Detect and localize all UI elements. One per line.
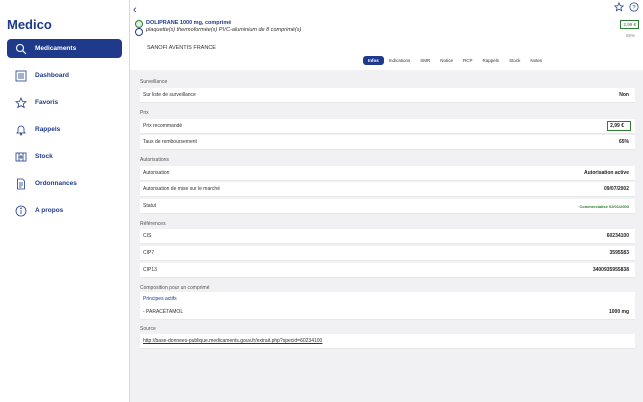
price-row: Prix recommandé 2,99 €: [140, 119, 635, 134]
sidebar-item-dashboard[interactable]: Dashboard: [7, 66, 122, 85]
source-row: http://base-donnees-publique.medicaments…: [140, 334, 635, 349]
row-label: Statut: [143, 203, 157, 209]
svg-text:?: ?: [632, 5, 636, 11]
sidebar-item-favoris[interactable]: Favoris: [7, 93, 122, 112]
row-value: 3595583: [609, 250, 629, 256]
main-panel: ‹ ? DOLIPRANE 1000 mg, comprimé plaquett…: [130, 0, 643, 402]
authorization-row: Autorisation Autorisation active: [140, 166, 635, 181]
row-label: Autorisation de mise sur le marché: [143, 186, 220, 192]
tab-rcp[interactable]: RCP: [458, 56, 478, 65]
price-badge: 2,99 €: [620, 20, 639, 29]
section-title-references: Références: [140, 221, 166, 227]
row-label: - PARACÉTAMOL: [143, 309, 184, 315]
row-label: Prix recommandé: [143, 123, 183, 129]
composition-row: - PARACÉTAMOL 1000 mg: [140, 305, 635, 320]
sidebar-item-medicaments[interactable]: Medicaments: [7, 39, 122, 58]
tab-smr[interactable]: SMR: [415, 56, 435, 65]
tab-stock[interactable]: Stock: [504, 56, 525, 65]
row-label: Principes actifs: [143, 296, 177, 302]
cis-row: CIS 60234100: [140, 229, 635, 244]
tab-indications[interactable]: Indications: [384, 56, 416, 65]
reimbursement-row: Taux de remboursement 65%: [140, 135, 635, 150]
bell-icon: [7, 124, 35, 136]
row-label: Autorisation: [143, 170, 170, 176]
tab-notice[interactable]: Notice: [435, 56, 458, 65]
search-icon: [7, 43, 35, 55]
row-value: 09/07/2002: [603, 186, 629, 192]
surveillance-row: Sur liste de surveillance Non: [140, 88, 635, 103]
help-icon[interactable]: ?: [629, 2, 639, 12]
sidebar-item-label: Stock: [35, 153, 53, 160]
section-title-source: Source: [140, 326, 156, 332]
stock-icon: [7, 151, 35, 163]
section-title-prix: Prix: [140, 110, 149, 116]
row-value: 65%: [618, 139, 629, 145]
prescription-icon: [7, 178, 35, 190]
row-value: Non: [619, 92, 629, 98]
drug-subtitle: plaquette(s) thermoformée(s) PVC-alumini…: [146, 27, 302, 33]
sidebar-item-label: A propos: [35, 207, 64, 214]
cip7-row: CIP7 3595583: [140, 246, 635, 261]
tab-rappels[interactable]: Rappels: [478, 56, 505, 65]
source-link[interactable]: http://base-donnees-publique.medicaments…: [140, 338, 322, 344]
cip13-row: CIP13 3400935955838: [140, 263, 635, 278]
section-title-autorisations: Autorisations: [140, 157, 169, 163]
drug-title: DOLIPRANE 1000 mg, comprimé: [146, 20, 232, 26]
section-title-composition: Composition pour un comprimé: [140, 285, 210, 291]
section-title-surveillance: Surveillance: [140, 79, 168, 85]
sidebar-item-stock[interactable]: Stock: [7, 147, 122, 166]
row-label: CIS: [143, 233, 152, 239]
tab-infos[interactable]: Infos: [363, 56, 384, 65]
amm-date-row: Autorisation de mise sur le marché 09/07…: [140, 182, 635, 197]
status-blue-icon: [135, 28, 143, 36]
row-label: CIP13: [143, 267, 157, 273]
row-value: 1000 mg: [608, 309, 629, 315]
info-icon: [7, 205, 35, 217]
sidebar-item-label: Favoris: [35, 99, 59, 106]
back-chevron-icon[interactable]: ‹: [133, 4, 137, 16]
reimbursement-rate: 65%: [625, 33, 635, 38]
status-badge: Commercialisé 02/01/2003: [579, 203, 629, 209]
lab-name: SANOFI AVENTIS FRANCE: [147, 45, 216, 51]
row-label: Sur liste de surveillance: [143, 92, 196, 98]
drug-header: ‹ ? DOLIPRANE 1000 mg, comprimé plaquett…: [130, 0, 643, 70]
sidebar-item-label: Dashboard: [35, 72, 69, 79]
row-value: 3400935955838: [592, 267, 629, 273]
star-icon: [7, 96, 35, 109]
status-green-icon: [135, 20, 143, 28]
sidebar-item-rappels[interactable]: Rappels: [7, 120, 122, 139]
tab-notes[interactable]: Notes: [525, 56, 547, 65]
sidebar: Medico Medicaments Dashboard Favoris Rap…: [0, 0, 130, 402]
favorite-star-icon[interactable]: [614, 2, 624, 12]
sidebar-item-ordonnances[interactable]: Ordonnances: [7, 174, 122, 193]
row-label: CIP7: [143, 250, 155, 256]
price-value: 2,99 €: [607, 121, 631, 131]
sidebar-item-apropos[interactable]: A propos: [7, 201, 122, 220]
row-value: 60234100: [606, 233, 629, 239]
sidebar-item-label: Medicaments: [35, 45, 77, 52]
tab-bar: Infos Indications SMR Notice RCP Rappels…: [363, 56, 547, 65]
list-icon: [7, 70, 35, 82]
sidebar-item-label: Rappels: [35, 126, 61, 133]
app-title: Medico: [7, 17, 52, 32]
row-label: Taux de remboursement: [143, 139, 197, 145]
row-value: Autorisation active: [583, 170, 629, 176]
sidebar-item-label: Ordonnances: [35, 180, 77, 187]
status-row: Statut Commercialisé 02/01/2003: [140, 199, 635, 214]
